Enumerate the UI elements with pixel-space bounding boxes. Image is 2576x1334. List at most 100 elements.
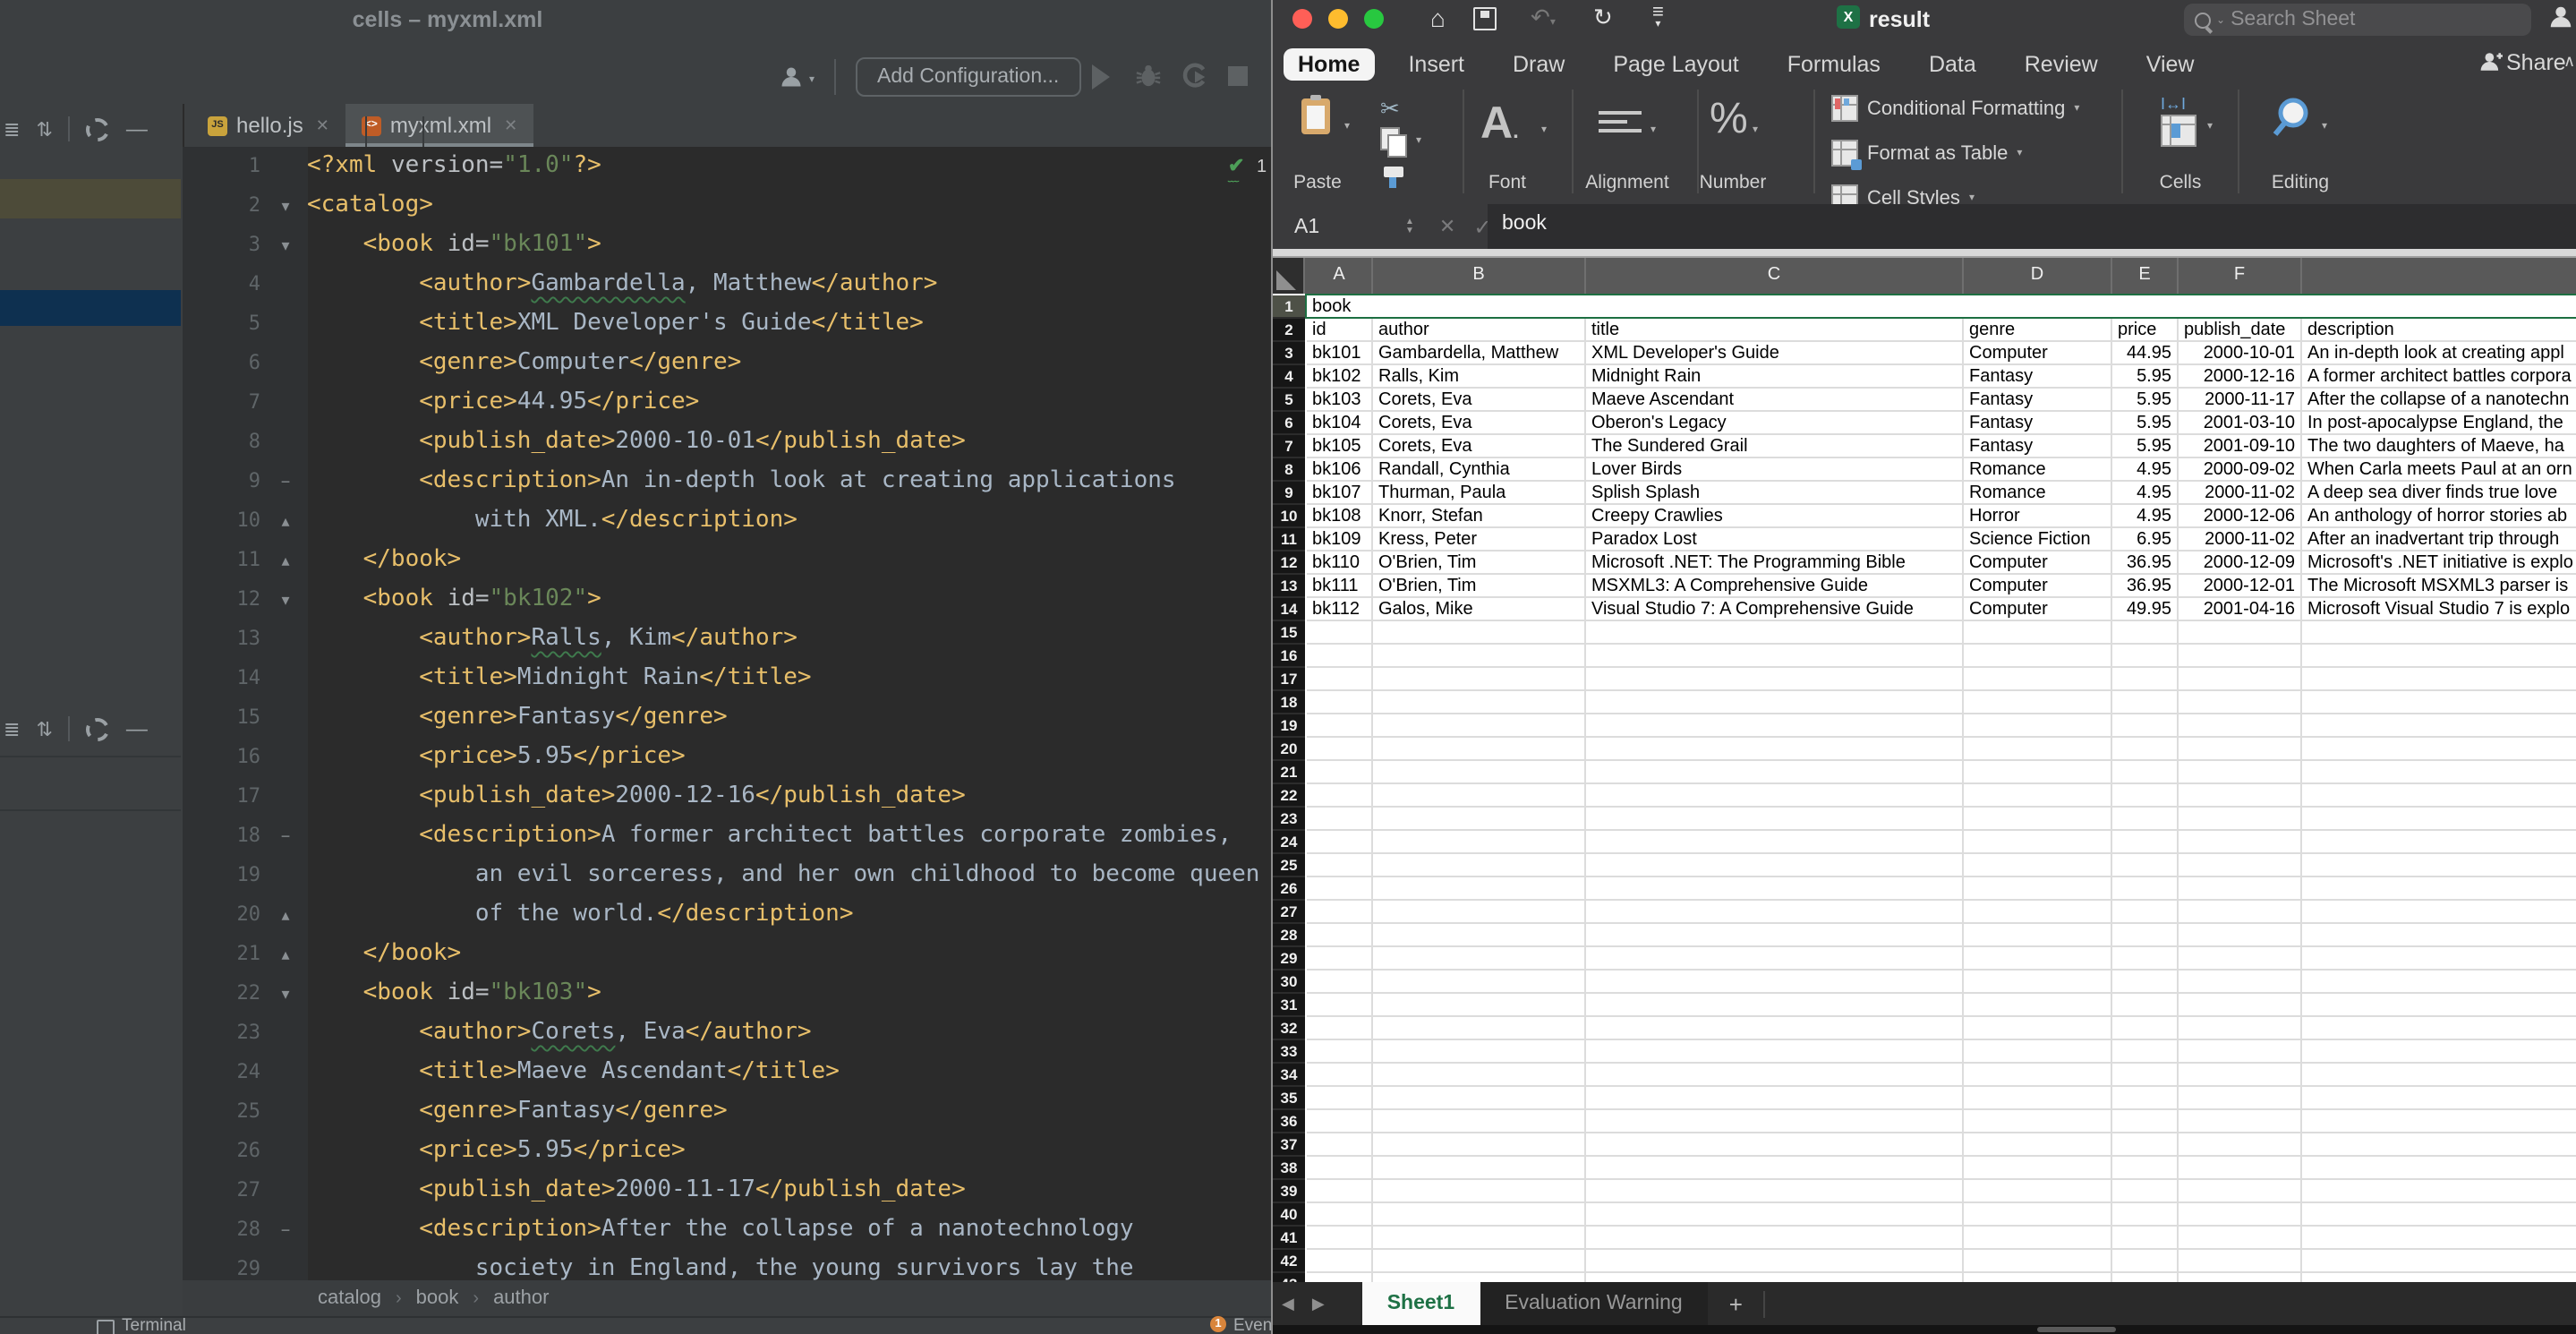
cell[interactable]: price	[2112, 318, 2179, 341]
cell[interactable]	[1586, 737, 1964, 760]
close-tab-icon[interactable]: ✕	[504, 115, 517, 135]
cell[interactable]	[1586, 900, 1964, 923]
cell[interactable]: Fantasy	[1964, 364, 2112, 388]
alignment-icon[interactable]	[1599, 106, 1642, 138]
cell[interactable]	[1307, 993, 1373, 1016]
row-header-11[interactable]: 11	[1273, 527, 1305, 551]
cell[interactable]: In post-apocalypse England, the	[2302, 411, 2576, 434]
cell[interactable]	[2112, 690, 2179, 714]
cell[interactable]: A deep sea diver finds true love	[2302, 481, 2576, 504]
cell[interactable]	[2112, 620, 2179, 644]
cell[interactable]	[1307, 690, 1373, 714]
column-header-C[interactable]: C	[1586, 258, 1964, 294]
cell[interactable]	[2112, 1133, 2179, 1156]
cell[interactable]: Corets, Eva	[1373, 388, 1586, 411]
cell[interactable]: Paradox Lost	[1586, 527, 1964, 551]
cell[interactable]	[1307, 1063, 1373, 1086]
ribbon-tab-review[interactable]: Review	[2010, 48, 2112, 81]
cell[interactable]	[1964, 970, 2112, 993]
cell[interactable]	[2302, 1179, 2576, 1202]
cell[interactable]: Midnight Rain	[1586, 364, 1964, 388]
cell[interactable]	[1307, 714, 1373, 737]
cell[interactable]: 4.95	[2112, 481, 2179, 504]
cell[interactable]	[1373, 1086, 1586, 1109]
cell[interactable]: bk110	[1307, 551, 1373, 574]
cell[interactable]: The two daughters of Maeve, ha	[2302, 434, 2576, 457]
cell[interactable]	[1373, 783, 1586, 807]
cell[interactable]	[1307, 1202, 1373, 1226]
cell[interactable]	[1964, 644, 2112, 667]
row-header-25[interactable]: 25	[1273, 853, 1305, 877]
cell[interactable]	[1307, 1039, 1373, 1063]
ribbon-tab-page-layout[interactable]: Page Layout	[1599, 48, 1753, 81]
cell[interactable]: An in-depth look at creating appl	[2302, 341, 2576, 364]
column-header-blank[interactable]	[2302, 258, 2576, 294]
cell[interactable]	[1307, 1156, 1373, 1179]
cell[interactable]	[1586, 714, 1964, 737]
row-header-34[interactable]: 34	[1273, 1063, 1305, 1086]
fold-marker-icon[interactable]: ▴	[271, 935, 300, 974]
cell[interactable]: The Microsoft MSXML3 parser is	[2302, 574, 2576, 597]
breadcrumb-item-author[interactable]: author	[493, 1287, 549, 1309]
number-dropdown-icon[interactable]: ▾	[1753, 124, 1758, 136]
cell[interactable]	[2112, 877, 2179, 900]
cell[interactable]: bk103	[1307, 388, 1373, 411]
breadcrumb-item-book[interactable]: book	[416, 1287, 459, 1309]
cell[interactable]	[2302, 923, 2576, 946]
cell[interactable]	[2179, 1133, 2302, 1156]
cell[interactable]	[2302, 1249, 2576, 1272]
cell[interactable]	[2179, 1039, 2302, 1063]
cell[interactable]	[2302, 1063, 2576, 1086]
cell[interactable]	[1964, 1109, 2112, 1133]
cell[interactable]	[1964, 807, 2112, 830]
undo-icon[interactable]: ↶▾	[1531, 4, 1556, 32]
cell[interactable]	[2179, 853, 2302, 877]
cell[interactable]	[1373, 714, 1586, 737]
row-header-30[interactable]: 30	[1273, 970, 1305, 993]
cell[interactable]	[1586, 667, 1964, 690]
row-header-38[interactable]: 38	[1273, 1156, 1305, 1179]
cell[interactable]	[1586, 783, 1964, 807]
cell[interactable]	[1307, 923, 1373, 946]
font-label[interactable]: Font	[1466, 172, 1548, 193]
cell[interactable]: bk102	[1307, 364, 1373, 388]
cell[interactable]: O'Brien, Tim	[1373, 551, 1586, 574]
cell[interactable]	[1964, 993, 2112, 1016]
cell[interactable]	[1307, 1133, 1373, 1156]
ribbon-tab-view[interactable]: View	[2132, 48, 2209, 81]
cell[interactable]	[2112, 946, 2179, 970]
alignment-label[interactable]: Alignment	[1570, 172, 1685, 193]
cell[interactable]	[1307, 1086, 1373, 1109]
fold-marker-icon[interactable]: ▾	[271, 226, 300, 265]
cell[interactable]: Gambardella, Matthew	[1373, 341, 1586, 364]
ribbon-tab-formulas[interactable]: Formulas	[1773, 48, 1895, 81]
cell[interactable]	[1586, 807, 1964, 830]
row-header-28[interactable]: 28	[1273, 923, 1305, 946]
cell[interactable]: 5.95	[2112, 388, 2179, 411]
cell[interactable]: bk106	[1307, 457, 1373, 481]
account-person-icon[interactable]	[2547, 4, 2574, 39]
cell[interactable]: Science Fiction	[1964, 527, 2112, 551]
cell[interactable]	[1964, 1086, 2112, 1109]
cell[interactable]	[1307, 644, 1373, 667]
cell[interactable]: 4.95	[2112, 504, 2179, 527]
avatar-dropdown-icon[interactable]: ▾	[809, 73, 815, 86]
cell[interactable]	[2112, 1272, 2179, 1282]
cell[interactable]	[2179, 783, 2302, 807]
cell[interactable]	[1964, 830, 2112, 853]
sheet-tab-evaluation-warning[interactable]: Evaluation Warning	[1480, 1282, 1708, 1325]
cell[interactable]	[1964, 1039, 2112, 1063]
run-icon[interactable]	[1092, 64, 1110, 90]
stop-icon[interactable]	[1228, 66, 1248, 86]
row-header-5[interactable]: 5	[1273, 388, 1305, 411]
row-header-17[interactable]: 17	[1273, 667, 1305, 690]
cell[interactable]	[2112, 783, 2179, 807]
run-with-coverage-icon[interactable]	[1181, 63, 1208, 98]
cell[interactable]	[1373, 1249, 1586, 1272]
row-header-4[interactable]: 4	[1273, 364, 1305, 388]
cell[interactable]	[1373, 877, 1586, 900]
cell[interactable]	[1307, 970, 1373, 993]
cell[interactable]: 44.95	[2112, 341, 2179, 364]
cell[interactable]	[2112, 1249, 2179, 1272]
cell[interactable]	[2112, 807, 2179, 830]
